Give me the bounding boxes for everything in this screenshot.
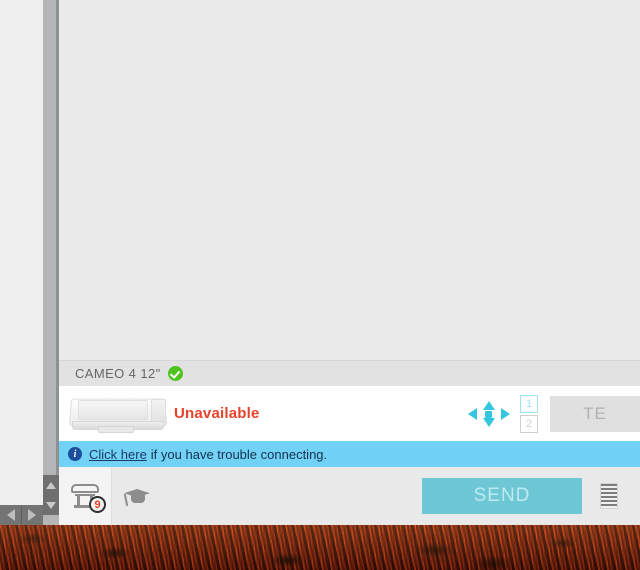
connection-help-text: if you have trouble connecting. bbox=[150, 446, 328, 462]
send-button[interactable]: SEND bbox=[422, 478, 582, 514]
device-header: CAMEO 4 12" bbox=[59, 360, 640, 386]
wallpaper-vignette bbox=[0, 525, 640, 570]
connection-help-bar: i Click here if you have trouble connect… bbox=[59, 441, 640, 467]
device-name-label: CAMEO 4 12" bbox=[75, 366, 161, 381]
scroll-left-arrow-icon[interactable] bbox=[0, 505, 21, 525]
graduation-cap-icon bbox=[123, 484, 153, 508]
scrollbar-corner bbox=[43, 515, 59, 525]
cutter-settings-button[interactable]: 9 bbox=[59, 467, 111, 525]
vertical-scrollbar-track[interactable] bbox=[43, 0, 59, 475]
desktop-wallpaper bbox=[0, 525, 640, 570]
click-here-link[interactable]: Click here bbox=[89, 447, 147, 462]
desktop-background-left bbox=[0, 0, 43, 525]
page-button-1[interactable]: 1 bbox=[520, 394, 538, 413]
info-circle-icon: i bbox=[68, 447, 82, 461]
vertical-scrollbar-buttons[interactable] bbox=[43, 475, 59, 515]
device-status-row: Unavailable 1 2 TE bbox=[59, 386, 640, 441]
send-toolbar: 9 SEND bbox=[59, 467, 640, 525]
design-canvas-panel[interactable] bbox=[59, 0, 640, 360]
page-button-2[interactable]: 2 bbox=[520, 414, 538, 433]
scroll-up-arrow-icon[interactable] bbox=[43, 475, 59, 495]
tutorial-help-button[interactable] bbox=[112, 467, 164, 525]
scrollbar-divider bbox=[21, 506, 22, 524]
device-status-text: Unavailable bbox=[174, 405, 260, 422]
test-cut-button[interactable]: TE bbox=[550, 395, 640, 432]
scroll-down-arrow-icon[interactable] bbox=[43, 495, 59, 515]
job-queue-icon[interactable] bbox=[600, 483, 618, 509]
cutter-settings-icon: 9 bbox=[69, 483, 106, 513]
horizontal-scrollbar[interactable] bbox=[0, 505, 43, 525]
cutter-badge-count: 9 bbox=[89, 496, 106, 513]
scroll-right-arrow-icon[interactable] bbox=[21, 505, 42, 525]
cutting-machine-icon bbox=[68, 394, 168, 434]
pan-arrows-icon[interactable] bbox=[468, 400, 510, 427]
connected-check-icon bbox=[167, 366, 183, 381]
page-selector[interactable]: 1 2 bbox=[520, 394, 538, 433]
